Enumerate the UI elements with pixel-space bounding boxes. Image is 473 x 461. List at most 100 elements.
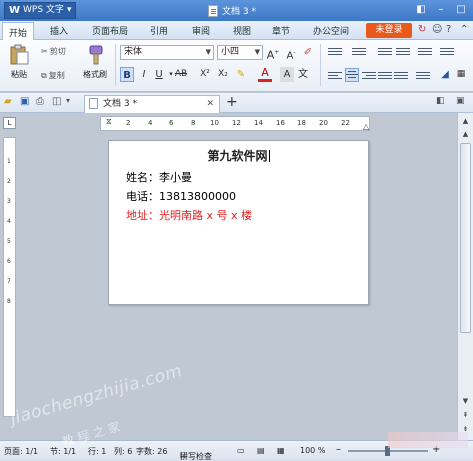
quick-access-bar: ▰ ▣ ⎙ ◫ ▾ 文档 3 * ✕ + ◧ ▣ [0, 93, 473, 113]
zoom-level[interactable]: 100 % [300, 446, 325, 455]
page-indicator[interactable]: 页面: 1/1 [4, 446, 38, 457]
grow-font-button[interactable]: A+ [266, 45, 280, 62]
tab-page-layout[interactable]: 页面布局 [92, 24, 128, 37]
document-tab-label: 文档 3 * [103, 99, 137, 109]
superscript-button[interactable]: X² [198, 67, 212, 82]
app-menu-button[interactable]: W WPS 文字 ▾ [4, 2, 77, 19]
refresh-icon[interactable]: ↻ [418, 24, 426, 35]
ruler-mark: 14 [254, 119, 263, 127]
font-color-button[interactable]: A [258, 67, 272, 82]
highlight-icon[interactable]: ✎ [234, 67, 248, 82]
decrease-indent-icon[interactable] [378, 46, 392, 58]
chevron-down-icon[interactable]: ▾ [66, 96, 70, 105]
scissors-icon: ✂ [41, 47, 48, 56]
scroll-down-icon[interactable]: ▼ [460, 396, 471, 407]
prev-page-icon[interactable]: ⇞ [460, 410, 471, 421]
tab-office-space[interactable]: 办公空间 [313, 24, 349, 37]
horizontal-ruler[interactable]: ⧖ 2 4 6 8 10 12 14 16 18 20 22 △ [100, 116, 370, 131]
right-indent-marker-icon[interactable]: △ [363, 122, 369, 131]
phonetic-guide-icon[interactable]: 文 [296, 67, 310, 82]
align-right-icon[interactable] [362, 70, 376, 82]
page-view-icon[interactable]: ▤ [257, 446, 265, 455]
align-center-icon[interactable] [345, 68, 359, 82]
divider [115, 44, 116, 86]
borders-icon[interactable]: ▦ [454, 67, 468, 82]
address-line[interactable]: 地址：光明南路 x 号 x 楼 [126, 207, 252, 223]
bold-button[interactable]: B [120, 67, 134, 82]
subscript-button[interactable]: X₂ [216, 67, 230, 82]
cut-button[interactable]: ✂ 剪切 [41, 46, 66, 57]
format-painter-button[interactable]: 格式刷 [80, 44, 110, 80]
tab-references[interactable]: 引用 [150, 24, 168, 37]
bullet-list-icon[interactable] [328, 46, 342, 58]
align-left-icon[interactable] [328, 70, 342, 82]
help-icon[interactable]: ? [446, 24, 451, 35]
name-line[interactable]: 姓名：李小曼 [126, 169, 192, 185]
skin-icon[interactable]: ◧ [412, 3, 430, 17]
indent-marker-icon[interactable]: ⧖ [106, 117, 112, 127]
print-icon[interactable]: ⎙ [36, 96, 44, 107]
tab-review[interactable]: 审阅 [192, 24, 210, 37]
show-marks-icon[interactable] [440, 46, 454, 58]
ruler-mark: 10 [210, 119, 219, 127]
close-icon[interactable]: ✕ [206, 96, 214, 112]
document-icon [89, 98, 98, 109]
save-icon[interactable]: ▣ [20, 96, 29, 107]
new-tab-button[interactable]: + [226, 94, 238, 110]
vertical-scrollbar[interactable]: ▲ ▲ ▼ ⇞ ⇟ [457, 113, 473, 440]
font-size-select[interactable]: 小四 ▼ [217, 45, 263, 60]
chinese-layout-icon[interactable] [418, 46, 432, 58]
full-screen-view-icon[interactable]: ▭ [237, 446, 245, 455]
tab-list-icon[interactable]: ◧ [436, 96, 445, 106]
scroll-up-icon[interactable]: ▲ [460, 116, 471, 127]
paste-button[interactable]: 粘贴 [6, 44, 32, 80]
minimize-button[interactable]: – [432, 3, 450, 17]
tab-chapter[interactable]: 章节 [272, 24, 290, 37]
tab-view[interactable]: 视图 [233, 24, 251, 37]
vertical-ruler[interactable]: 1 2 3 4 5 6 7 8 [3, 137, 16, 417]
line-spacing-icon[interactable] [416, 70, 430, 82]
shading-icon[interactable]: ◢ [438, 67, 452, 82]
open-folder-icon[interactable]: ▰ [4, 96, 12, 107]
close-all-icon[interactable]: ▣ [456, 96, 465, 106]
document-tab[interactable]: 文档 3 * ✕ [84, 95, 220, 113]
chevron-down-icon: ▼ [205, 48, 211, 56]
distributed-icon[interactable] [394, 70, 408, 82]
increase-indent-icon[interactable] [396, 46, 410, 58]
scrollbar-thumb[interactable] [460, 143, 471, 333]
ruler-mark: 18 [297, 119, 306, 127]
preview-icon[interactable]: ◫ [52, 96, 61, 107]
tab-insert[interactable]: 插入 [50, 24, 68, 37]
ribbon-collapse-icon[interactable]: ⌃ [460, 24, 468, 35]
clear-format-icon[interactable]: ✐ [301, 45, 315, 60]
ruler-mark: 8 [191, 119, 196, 127]
login-button[interactable]: 未登录 [366, 23, 412, 38]
italic-button[interactable]: I [137, 67, 151, 82]
ruler-mark: 16 [276, 119, 285, 127]
ruler-mark: 22 [341, 119, 350, 127]
word-count[interactable]: 字数: 26 [136, 446, 167, 457]
user-icon[interactable]: ☺ [432, 24, 442, 35]
document-title[interactable]: 第九软件网 [109, 147, 368, 164]
ruler-mark: 3 [7, 198, 11, 205]
phone-line[interactable]: 电话：13813800000 [126, 188, 236, 204]
copy-button[interactable]: ⧉ 复制 [41, 70, 65, 81]
shrink-font-button[interactable]: A- [284, 45, 298, 61]
zoom-out-icon[interactable]: – [336, 444, 341, 455]
font-name-select[interactable]: 宋体 ▼ [120, 45, 214, 60]
justify-icon[interactable] [378, 70, 392, 82]
ribbon-home: 粘贴 ✂ 剪切 ⧉ 复制 格式刷 宋体 ▼ 小四 ▼ A+ A- ✐ B I U… [0, 40, 473, 92]
numbered-list-icon[interactable] [352, 46, 366, 58]
maximize-button[interactable]: □ [452, 3, 470, 17]
scroll-up-page-icon[interactable]: ▲ [460, 129, 471, 140]
document-page[interactable]: 第九软件网 姓名：李小曼 电话：13813800000 地址：光明南路 x 号 … [108, 140, 369, 305]
ruler-mark: 2 [126, 119, 131, 127]
window-title-text: 文档 3 * [222, 7, 256, 17]
tab-home[interactable]: 开始 [2, 22, 35, 40]
strikethrough-button[interactable]: AB [174, 67, 188, 82]
tab-stop-selector[interactable]: L [3, 117, 16, 129]
wps-window: W WPS 文字 ▾ 文档 3 * ◧ – □ 开始 插入 页面布局 引用 审阅… [0, 0, 473, 461]
chevron-down-icon: ▼ [254, 48, 260, 56]
char-shading-button[interactable]: A [280, 67, 294, 82]
web-view-icon[interactable]: ▦ [277, 446, 285, 455]
